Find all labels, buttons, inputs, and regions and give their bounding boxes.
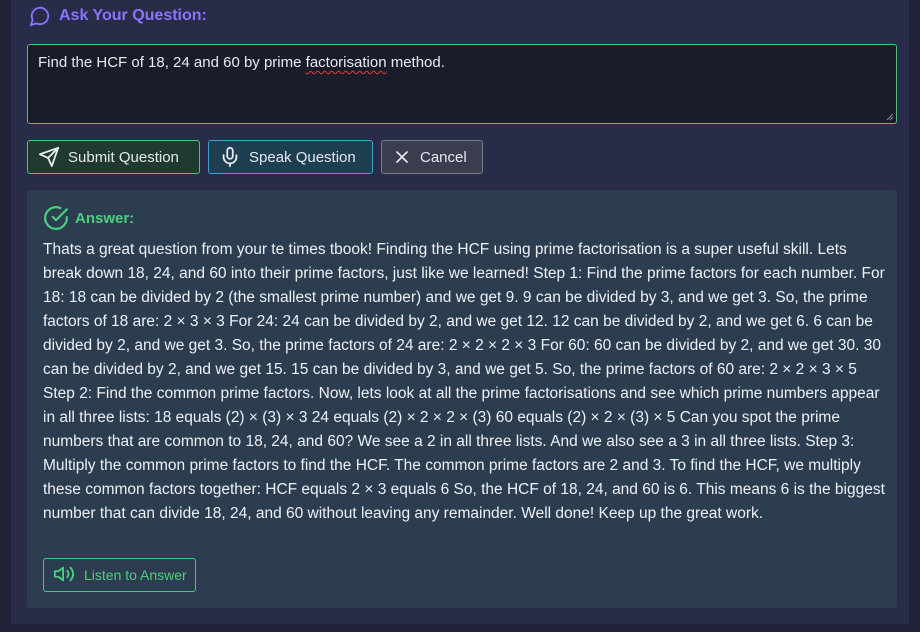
- speaker-icon: [52, 563, 76, 588]
- close-icon: [392, 147, 412, 167]
- answer-label: Answer:: [75, 209, 135, 227]
- speak-question-button[interactable]: Speak Question: [208, 140, 373, 174]
- submit-question-label: Submit Question: [68, 148, 179, 166]
- microphone-icon: [219, 146, 241, 168]
- cancel-button[interactable]: Cancel: [381, 140, 483, 174]
- ask-header: Ask Your Question:: [29, 5, 207, 27]
- speak-question-label: Speak Question: [249, 148, 356, 166]
- question-text-end: method.: [386, 54, 445, 71]
- chat-bubble-icon: [29, 5, 51, 27]
- send-icon: [38, 146, 60, 168]
- question-input[interactable]: Find the HCF of 18, 24 and 60 by prime f…: [27, 44, 897, 124]
- check-circle-icon: [43, 205, 69, 231]
- cancel-label: Cancel: [420, 148, 467, 166]
- answer-header: Answer:: [43, 205, 134, 231]
- resize-grip-icon[interactable]: [886, 113, 894, 121]
- listen-to-answer-button[interactable]: Listen to Answer: [43, 558, 196, 592]
- misspelled-word[interactable]: factorisation: [306, 54, 387, 71]
- answer-card: Answer: Thats a great question from your…: [27, 190, 897, 608]
- listen-to-answer-label: Listen to Answer: [84, 567, 187, 583]
- submit-question-button[interactable]: Submit Question: [27, 140, 200, 174]
- question-text-start: Find the HCF of 18, 24 and 60 by prime: [38, 54, 306, 71]
- ask-label: Ask Your Question:: [59, 7, 207, 24]
- answer-text: Thats a great question from your te time…: [43, 241, 885, 522]
